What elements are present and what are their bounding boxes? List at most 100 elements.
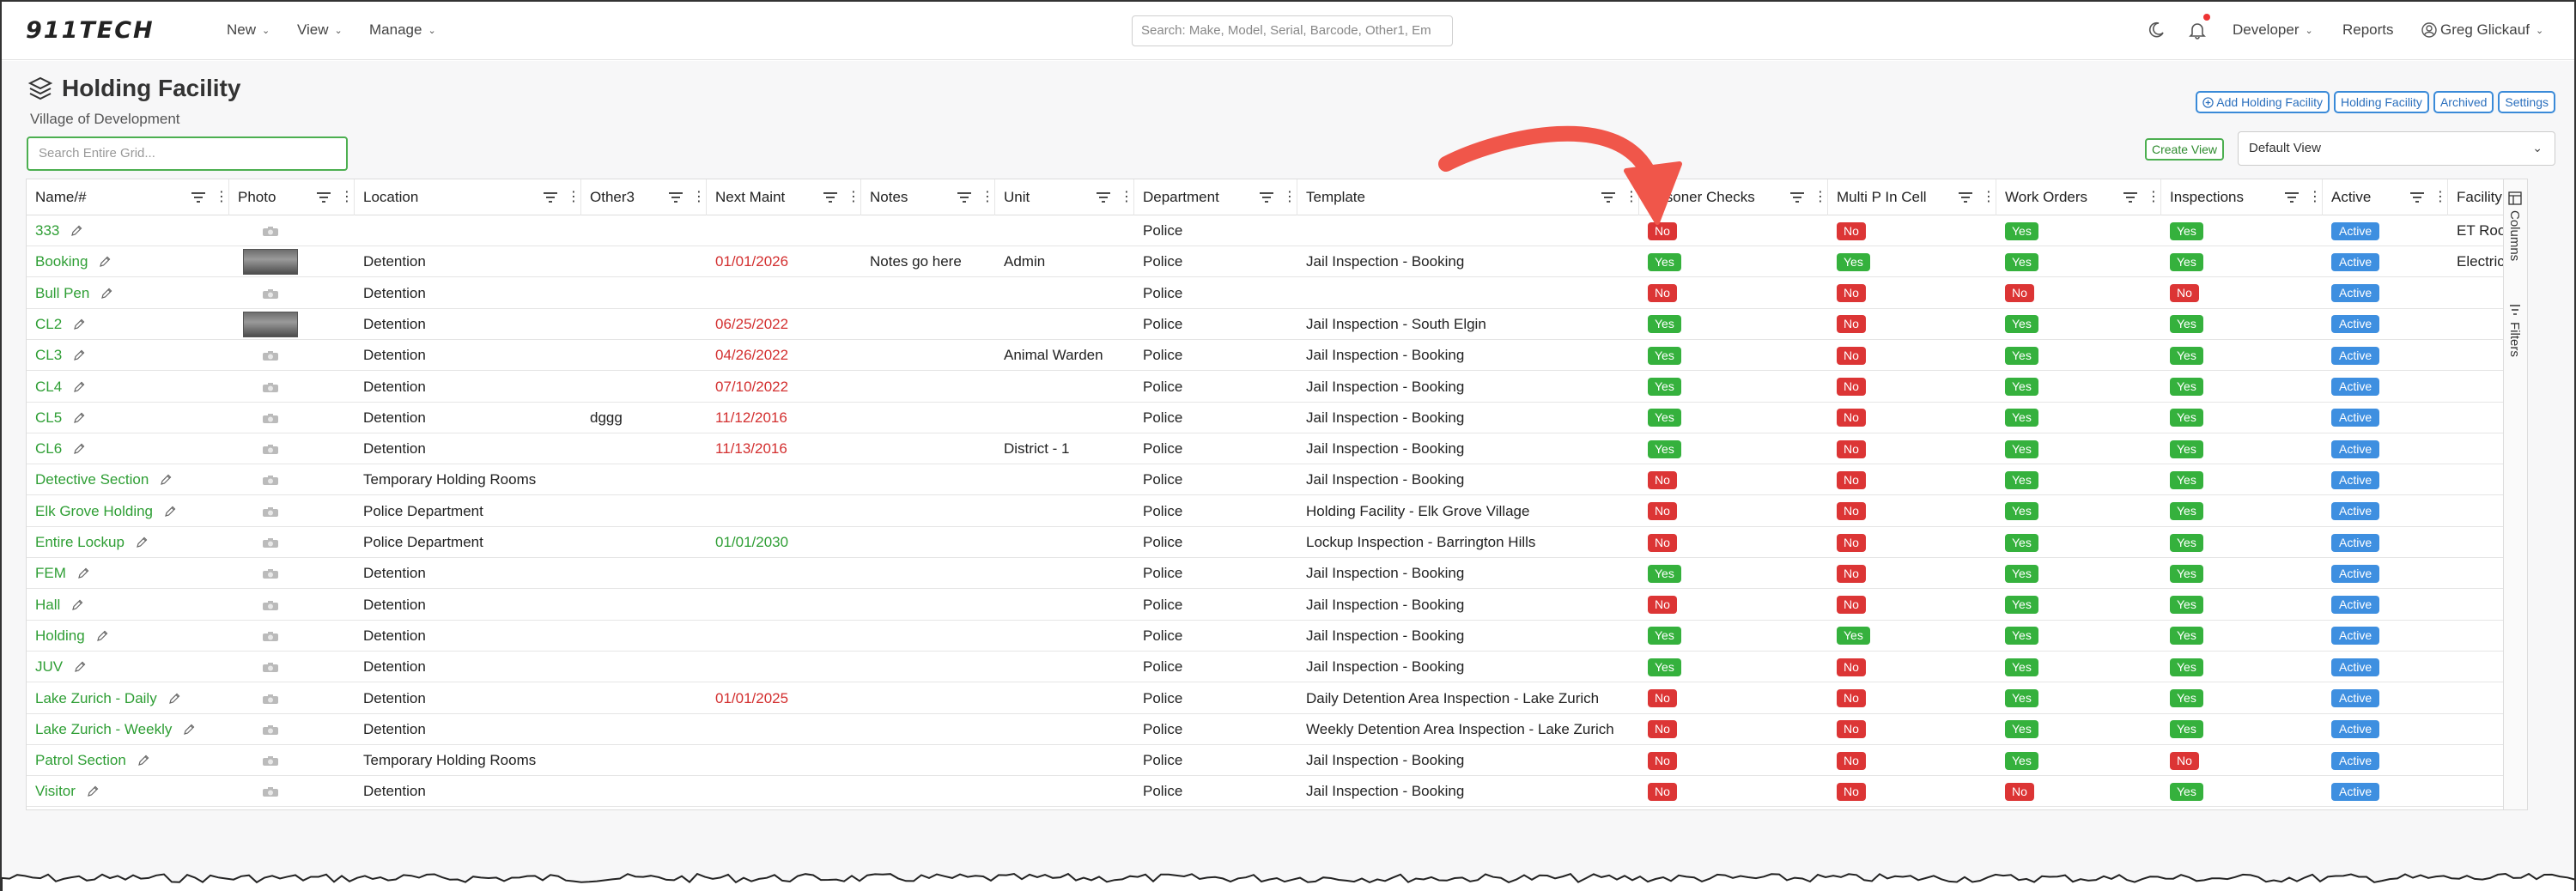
facility-photo[interactable] [243, 249, 298, 276]
table-row[interactable]: Hall Detention Police Jail Inspection - Boo… [27, 590, 2527, 621]
filter-icon[interactable] [2409, 191, 2425, 203]
pencil-icon[interactable] [73, 660, 87, 674]
table-row[interactable]: FEM Detention Police Jail Inspection - Book… [27, 558, 2527, 590]
pencil-icon[interactable] [72, 442, 86, 456]
column-header-inspections[interactable]: Inspections ⋮ [2161, 179, 2323, 215]
facility-name-link[interactable]: CL3 [35, 347, 62, 364]
column-menu-icon[interactable]: ⋮ [2147, 191, 2160, 204]
facility-name-link[interactable]: Bull Pen [35, 285, 89, 302]
user-menu[interactable]: Greg Glickauf ⌄ [2421, 21, 2543, 39]
filter-icon[interactable] [2284, 191, 2300, 203]
nav-manage-menu[interactable]: Manage ⌄ [369, 21, 436, 39]
filter-icon[interactable] [1789, 191, 1805, 203]
column-header-multi-p[interactable]: Multi P In Cell ⋮ [1828, 179, 1996, 215]
facility-name-link[interactable]: Holding [35, 627, 85, 645]
camera-icon[interactable] [255, 658, 286, 676]
column-menu-icon[interactable]: ⋮ [340, 191, 354, 204]
pencil-icon[interactable] [72, 380, 86, 394]
camera-icon[interactable] [255, 409, 286, 427]
filter-icon[interactable] [1259, 191, 1274, 203]
column-header-name[interactable]: Name/# ⋮ [27, 179, 229, 215]
global-search-input[interactable]: Search: Make, Model, Serial, Barcode, Ot… [1132, 15, 1453, 46]
camera-icon[interactable] [255, 596, 286, 615]
table-row[interactable]: Bull Pen Detention Police No No No No Active [27, 278, 2527, 309]
table-row[interactable]: Elk Grove Holding Police Department Police… [27, 496, 2527, 527]
camera-icon[interactable] [255, 221, 286, 240]
pencil-icon[interactable] [159, 473, 173, 487]
facility-name-link[interactable]: Entire Lockup [35, 534, 125, 551]
app-logo[interactable]: 911TECH [26, 17, 155, 44]
pencil-icon[interactable] [95, 629, 109, 643]
facility-name-link[interactable]: Detective Section [35, 471, 149, 488]
settings-button[interactable]: Settings [2498, 91, 2555, 113]
table-row[interactable]: 333 Police No No Yes Yes Active ET Room [27, 215, 2527, 246]
table-row[interactable]: CL6 Detention 11/13/2016 District - 1 Police… [27, 433, 2527, 465]
pencil-icon[interactable] [135, 536, 149, 549]
facility-photo[interactable] [243, 311, 298, 337]
column-header-notes[interactable]: Notes ⋮ [861, 179, 995, 215]
column-menu-icon[interactable]: ⋮ [1120, 191, 1133, 204]
filter-icon[interactable] [543, 191, 558, 203]
filter-icon[interactable] [2123, 191, 2138, 203]
pencil-icon[interactable] [167, 692, 181, 706]
pencil-icon[interactable] [100, 287, 113, 300]
pencil-icon[interactable] [72, 411, 86, 425]
table-row[interactable]: CL5 Detention dggg 11/12/2016 Police Jail Ins… [27, 403, 2527, 433]
facility-name-link[interactable]: CL6 [35, 440, 62, 458]
filter-icon[interactable] [191, 191, 206, 203]
camera-icon[interactable] [255, 720, 286, 739]
table-row[interactable]: CL3 Detention 04/26/2022 Animal Warden Polic… [27, 340, 2527, 372]
column-menu-icon[interactable]: ⋮ [567, 191, 580, 204]
camera-icon[interactable] [255, 502, 286, 521]
column-menu-icon[interactable]: ⋮ [215, 191, 228, 204]
column-menu-icon[interactable]: ⋮ [981, 191, 994, 204]
pencil-icon[interactable] [163, 505, 177, 518]
table-row[interactable]: Detective Section Temporary Holding Rooms… [27, 464, 2527, 496]
facility-name-link[interactable]: Lake Zurich - Weekly [35, 721, 172, 738]
pencil-icon[interactable] [182, 723, 196, 736]
table-row[interactable]: Lake Zurich - Daily Detention 01/01/2025 Po… [27, 683, 2527, 714]
filter-icon[interactable] [1958, 191, 1973, 203]
facility-name-link[interactable]: FEM [35, 565, 66, 582]
column-header-other3[interactable]: Other3 ⋮ [581, 179, 707, 215]
filter-icon[interactable] [957, 191, 972, 203]
columns-tab[interactable]: Columns [2507, 191, 2522, 261]
camera-icon[interactable] [255, 346, 286, 365]
camera-icon[interactable] [255, 378, 286, 397]
dark-mode-toggle[interactable] [2145, 19, 2167, 41]
pencil-icon[interactable] [70, 224, 83, 238]
pencil-icon[interactable] [72, 318, 86, 331]
table-row[interactable]: CL2 Detention 06/25/2022 Police Jail Inspect… [27, 309, 2527, 340]
pencil-icon[interactable] [70, 598, 84, 612]
camera-icon[interactable] [255, 627, 286, 646]
facility-name-link[interactable]: CL2 [35, 316, 62, 333]
camera-icon[interactable] [255, 689, 286, 708]
facility-name-link[interactable]: Hall [35, 597, 60, 614]
facility-name-link[interactable]: Booking [35, 253, 88, 270]
nav-reports-link[interactable]: Reports [2342, 21, 2394, 39]
column-header-unit[interactable]: Unit ⋮ [995, 179, 1134, 215]
grid-search-input[interactable]: Search Entire Grid... [27, 136, 348, 171]
add-holding-facility-button[interactable]: Add Holding Facility [2196, 91, 2330, 113]
camera-icon[interactable] [255, 470, 286, 489]
filter-icon[interactable] [1096, 191, 1111, 203]
table-row[interactable]: Visitor Detention Police Jail Inspection - … [27, 776, 2527, 808]
pencil-icon[interactable] [98, 255, 112, 269]
column-menu-icon[interactable]: ⋮ [2433, 191, 2447, 204]
nav-new-menu[interactable]: New ⌄ [227, 21, 270, 39]
facility-name-link[interactable]: JUV [35, 658, 63, 676]
column-menu-icon[interactable]: ⋮ [1283, 191, 1297, 204]
camera-icon[interactable] [255, 533, 286, 552]
table-row[interactable]: Entire Lockup Police Department 01/01/2030… [27, 527, 2527, 558]
table-row[interactable]: CL4 Detention 07/10/2022 Police Jail Inspect… [27, 372, 2527, 403]
camera-icon[interactable] [255, 782, 286, 801]
column-header-active[interactable]: Active ⋮ [2323, 179, 2448, 215]
notifications-button[interactable] [2186, 14, 2210, 41]
column-menu-icon[interactable]: ⋮ [1814, 191, 1827, 204]
pencil-icon[interactable] [137, 754, 150, 767]
view-select[interactable]: Default View ⌄ [2238, 131, 2555, 166]
column-header-department[interactable]: Department ⋮ [1134, 179, 1297, 215]
column-menu-icon[interactable]: ⋮ [692, 191, 706, 204]
facility-name-link[interactable]: Lake Zurich - Daily [35, 690, 157, 707]
table-row[interactable]: Holding Detention Police Jail Inspection - … [27, 621, 2527, 652]
